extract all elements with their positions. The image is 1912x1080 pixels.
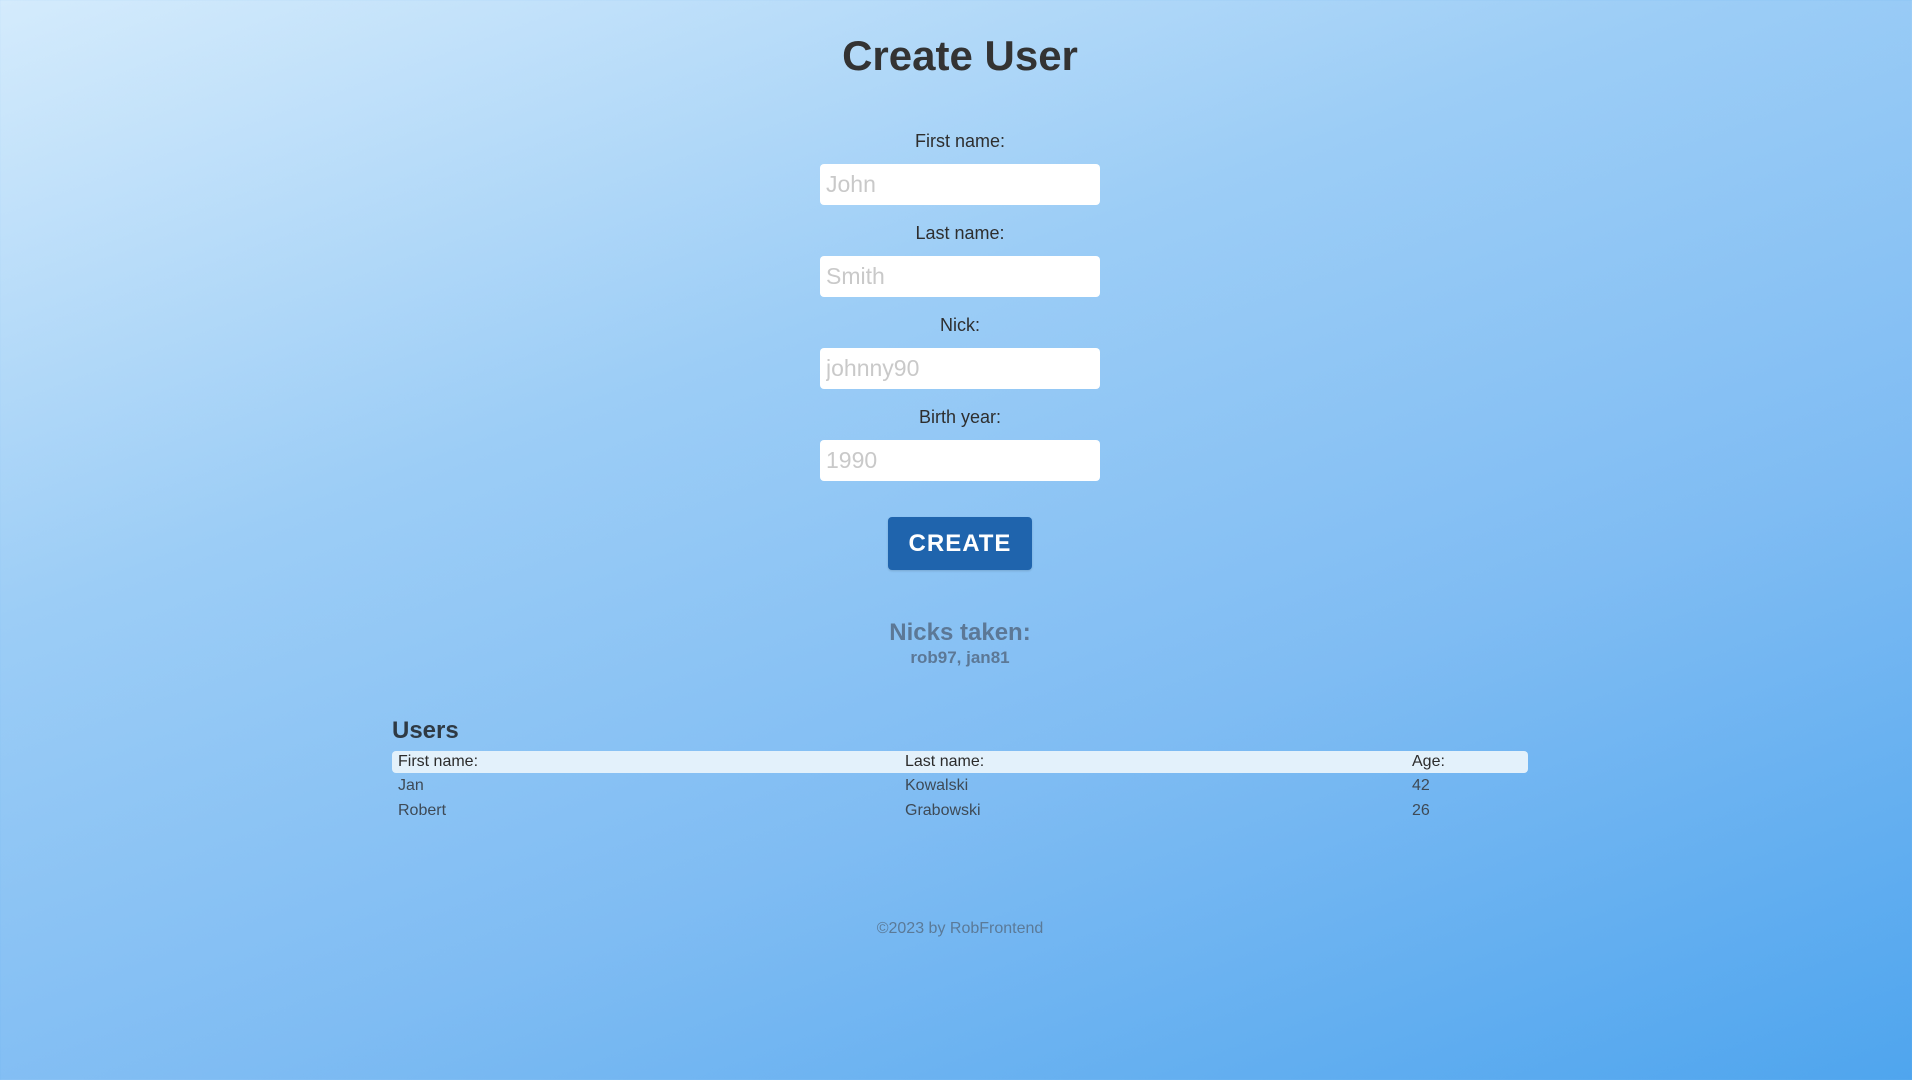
table-row: Robert Grabowski 26: [392, 798, 1528, 823]
first-name-label: First name:: [914, 131, 1006, 151]
cell-first-name: Robert: [398, 802, 447, 819]
users-table: First name: Last name: Age: Jan Kowalski…: [392, 751, 1528, 823]
birth-year-input[interactable]: [820, 440, 1100, 481]
nicks-taken-title: Nicks taken:: [889, 619, 1031, 646]
cell-last-name: Kowalski: [905, 777, 969, 794]
nick-input[interactable]: [820, 348, 1100, 389]
table-row: Jan Kowalski 42: [392, 773, 1528, 798]
table-header-row: First name: Last name: Age:: [392, 751, 1528, 773]
cell-first-name: Jan: [398, 777, 424, 794]
create-user-form: First name: Last name: Nick: Birth year:: [820, 130, 1100, 498]
last-name-field-group: Last name:: [820, 222, 1100, 314]
birth-year-field-group: Birth year:: [820, 406, 1100, 498]
cell-age: 26: [1412, 802, 1430, 819]
cell-age: 42: [1412, 777, 1430, 794]
nicks-taken-list: rob97, jan81: [910, 648, 1010, 667]
users-heading: Users: [392, 717, 459, 744]
nick-label: Nick:: [940, 315, 980, 335]
page-title: Create User: [842, 32, 1078, 79]
nick-field-group: Nick:: [820, 314, 1100, 406]
first-name-field-group: First name:: [820, 130, 1100, 222]
nicks-taken-section: Nicks taken: rob97, jan81: [0, 618, 1912, 668]
last-name-label: Last name:: [915, 223, 1005, 243]
column-header-last-name: Last name:: [905, 753, 985, 770]
cell-last-name: Grabowski: [905, 802, 981, 819]
last-name-input[interactable]: [820, 256, 1100, 297]
birth-year-label: Birth year:: [918, 407, 1002, 427]
column-header-age: Age:: [1412, 753, 1445, 770]
footer-copyright: ©2023 by RobFrontend: [876, 920, 1044, 937]
column-header-first-name: First name:: [398, 753, 479, 770]
create-button[interactable]: CREATE: [888, 517, 1032, 570]
first-name-input[interactable]: [820, 164, 1100, 205]
